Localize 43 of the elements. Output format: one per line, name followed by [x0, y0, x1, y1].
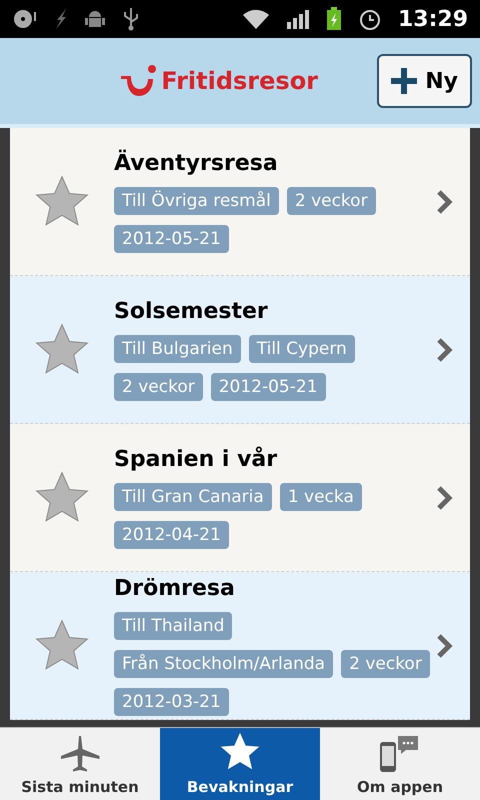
logo-icon: [119, 64, 158, 98]
trip-row[interactable]: Drömresa Till Thailand Från Stockholm/Arlanda 2 veckor 2012-03-21: [10, 572, 470, 720]
trip-tag: Från Stockholm/Arlanda: [114, 650, 334, 678]
trip-tag: Till Gran Canaria: [114, 482, 272, 510]
tab[interactable]: Sista minuten: [0, 728, 160, 800]
battery-icon: [326, 7, 342, 31]
signal-icon: [286, 8, 310, 30]
trip-title: Äventyrsresa: [114, 150, 279, 176]
trip-row[interactable]: Äventyrsresa Till Övriga resmål 2 veckor 2012-05-21: [10, 128, 470, 276]
airplane-icon: [58, 734, 102, 774]
trip-tag: Till Bulgarien: [114, 334, 241, 362]
trip-tag: Till Cypern: [248, 334, 355, 362]
logo-text: Fritidsresor: [161, 66, 318, 97]
tab[interactable]: Bevakningar: [160, 728, 320, 800]
trip-tag: 2 veckor: [114, 372, 203, 400]
usb-icon: [122, 7, 140, 31]
trip-tag: 2012-04-21: [114, 520, 229, 548]
tab[interactable]: Om appen: [320, 728, 480, 800]
trip-title: Drömresa: [114, 576, 236, 602]
trip-tag: 2 veckor: [341, 650, 430, 678]
flash-icon: [54, 8, 68, 30]
chevron-right-icon: [436, 336, 454, 362]
trip-title: Solsemester: [114, 298, 269, 324]
chevron-right-icon: [436, 188, 454, 214]
robot-icon: [84, 8, 106, 30]
trip-row[interactable]: Solsemester Till Bulgarien Till Cypern 2 veckor 2012-05-21: [10, 276, 470, 424]
trip-tag: Till Thailand: [114, 612, 232, 640]
trip-tag: 2012-05-21: [114, 224, 229, 252]
trip-tag: 2 veckor: [286, 186, 376, 214]
trip-tag: 2012-03-21: [114, 688, 229, 716]
trip-title: Spanien i vår: [114, 446, 278, 472]
plus-icon: [391, 68, 418, 94]
chevron-right-icon: [436, 484, 454, 510]
new-button[interactable]: Ny: [377, 54, 472, 108]
wifi-icon: [242, 8, 270, 30]
clock-time: 13:29: [398, 6, 468, 34]
trip-tag: 2012-05-21: [210, 372, 326, 400]
trip-row[interactable]: Spanien i vår Till Gran Canaria 1 vecka 2012-04-21: [10, 424, 470, 572]
disc-icon: [12, 7, 38, 31]
chevron-right-icon: [436, 632, 454, 658]
trip-tag: 1 vecka: [280, 482, 362, 510]
trip-tag: Till Övriga resmål: [114, 186, 279, 214]
alarm-clock-icon: [358, 7, 382, 31]
